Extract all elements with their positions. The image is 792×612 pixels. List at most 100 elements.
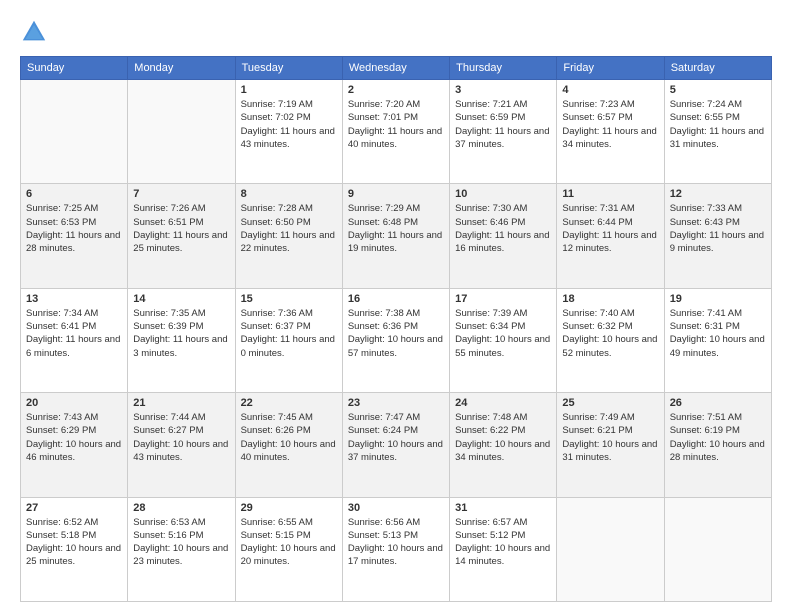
day-number: 13 <box>26 293 122 305</box>
calendar-day: 25 Sunrise: 7:49 AM Sunset: 6:21 PM Dayl… <box>557 393 664 497</box>
logo <box>20 18 54 46</box>
day-info: Sunrise: 7:24 AM Sunset: 6:55 PM Dayligh… <box>670 98 766 151</box>
day-info: Sunrise: 6:56 AM Sunset: 5:13 PM Dayligh… <box>348 516 444 569</box>
calendar-day: 13 Sunrise: 7:34 AM Sunset: 6:41 PM Dayl… <box>21 288 128 392</box>
page: SundayMondayTuesdayWednesdayThursdayFrid… <box>0 0 792 612</box>
day-info: Sunrise: 6:52 AM Sunset: 5:18 PM Dayligh… <box>26 516 122 569</box>
day-info: Sunrise: 7:35 AM Sunset: 6:39 PM Dayligh… <box>133 307 229 360</box>
day-number: 16 <box>348 293 444 305</box>
calendar-day: 1 Sunrise: 7:19 AM Sunset: 7:02 PM Dayli… <box>235 80 342 184</box>
day-number: 24 <box>455 397 551 409</box>
day-number: 25 <box>562 397 658 409</box>
day-info: Sunrise: 7:49 AM Sunset: 6:21 PM Dayligh… <box>562 411 658 464</box>
day-number: 4 <box>562 84 658 96</box>
calendar-day: 28 Sunrise: 6:53 AM Sunset: 5:16 PM Dayl… <box>128 497 235 601</box>
day-number: 28 <box>133 502 229 514</box>
calendar: SundayMondayTuesdayWednesdayThursdayFrid… <box>20 56 772 602</box>
calendar-day: 17 Sunrise: 7:39 AM Sunset: 6:34 PM Dayl… <box>450 288 557 392</box>
day-info: Sunrise: 7:33 AM Sunset: 6:43 PM Dayligh… <box>670 202 766 255</box>
calendar-day: 8 Sunrise: 7:28 AM Sunset: 6:50 PM Dayli… <box>235 184 342 288</box>
day-number: 21 <box>133 397 229 409</box>
day-info: Sunrise: 7:23 AM Sunset: 6:57 PM Dayligh… <box>562 98 658 151</box>
calendar-day: 20 Sunrise: 7:43 AM Sunset: 6:29 PM Dayl… <box>21 393 128 497</box>
calendar-week: 20 Sunrise: 7:43 AM Sunset: 6:29 PM Dayl… <box>21 393 772 497</box>
day-info: Sunrise: 7:29 AM Sunset: 6:48 PM Dayligh… <box>348 202 444 255</box>
day-info: Sunrise: 6:53 AM Sunset: 5:16 PM Dayligh… <box>133 516 229 569</box>
calendar-day: 30 Sunrise: 6:56 AM Sunset: 5:13 PM Dayl… <box>342 497 449 601</box>
calendar-day: 26 Sunrise: 7:51 AM Sunset: 6:19 PM Dayl… <box>664 393 771 497</box>
day-number: 23 <box>348 397 444 409</box>
calendar-day: 22 Sunrise: 7:45 AM Sunset: 6:26 PM Dayl… <box>235 393 342 497</box>
calendar-day <box>664 497 771 601</box>
calendar-day: 6 Sunrise: 7:25 AM Sunset: 6:53 PM Dayli… <box>21 184 128 288</box>
day-number: 15 <box>241 293 337 305</box>
day-info: Sunrise: 7:51 AM Sunset: 6:19 PM Dayligh… <box>670 411 766 464</box>
calendar-day: 14 Sunrise: 7:35 AM Sunset: 6:39 PM Dayl… <box>128 288 235 392</box>
day-number: 7 <box>133 188 229 200</box>
day-info: Sunrise: 6:55 AM Sunset: 5:15 PM Dayligh… <box>241 516 337 569</box>
day-number: 29 <box>241 502 337 514</box>
day-info: Sunrise: 7:21 AM Sunset: 6:59 PM Dayligh… <box>455 98 551 151</box>
day-info: Sunrise: 7:38 AM Sunset: 6:36 PM Dayligh… <box>348 307 444 360</box>
day-info: Sunrise: 7:44 AM Sunset: 6:27 PM Dayligh… <box>133 411 229 464</box>
day-number: 19 <box>670 293 766 305</box>
day-number: 12 <box>670 188 766 200</box>
calendar-day: 10 Sunrise: 7:30 AM Sunset: 6:46 PM Dayl… <box>450 184 557 288</box>
calendar-day: 21 Sunrise: 7:44 AM Sunset: 6:27 PM Dayl… <box>128 393 235 497</box>
calendar-day: 2 Sunrise: 7:20 AM Sunset: 7:01 PM Dayli… <box>342 80 449 184</box>
calendar-day: 4 Sunrise: 7:23 AM Sunset: 6:57 PM Dayli… <box>557 80 664 184</box>
day-number: 9 <box>348 188 444 200</box>
calendar-body: 1 Sunrise: 7:19 AM Sunset: 7:02 PM Dayli… <box>21 80 772 602</box>
logo-icon <box>20 18 48 46</box>
day-info: Sunrise: 7:43 AM Sunset: 6:29 PM Dayligh… <box>26 411 122 464</box>
day-info: Sunrise: 7:39 AM Sunset: 6:34 PM Dayligh… <box>455 307 551 360</box>
weekday-header: Friday <box>557 57 664 80</box>
calendar-day: 9 Sunrise: 7:29 AM Sunset: 6:48 PM Dayli… <box>342 184 449 288</box>
calendar-day: 24 Sunrise: 7:48 AM Sunset: 6:22 PM Dayl… <box>450 393 557 497</box>
weekday-header: Monday <box>128 57 235 80</box>
weekday-header: Wednesday <box>342 57 449 80</box>
calendar-week: 13 Sunrise: 7:34 AM Sunset: 6:41 PM Dayl… <box>21 288 772 392</box>
day-number: 2 <box>348 84 444 96</box>
calendar-day: 7 Sunrise: 7:26 AM Sunset: 6:51 PM Dayli… <box>128 184 235 288</box>
calendar-week: 6 Sunrise: 7:25 AM Sunset: 6:53 PM Dayli… <box>21 184 772 288</box>
day-info: Sunrise: 7:20 AM Sunset: 7:01 PM Dayligh… <box>348 98 444 151</box>
day-info: Sunrise: 7:40 AM Sunset: 6:32 PM Dayligh… <box>562 307 658 360</box>
calendar-day: 3 Sunrise: 7:21 AM Sunset: 6:59 PM Dayli… <box>450 80 557 184</box>
calendar-day <box>557 497 664 601</box>
day-info: Sunrise: 7:30 AM Sunset: 6:46 PM Dayligh… <box>455 202 551 255</box>
day-number: 8 <box>241 188 337 200</box>
weekday-header: Saturday <box>664 57 771 80</box>
calendar-day: 27 Sunrise: 6:52 AM Sunset: 5:18 PM Dayl… <box>21 497 128 601</box>
day-info: Sunrise: 6:57 AM Sunset: 5:12 PM Dayligh… <box>455 516 551 569</box>
day-info: Sunrise: 7:26 AM Sunset: 6:51 PM Dayligh… <box>133 202 229 255</box>
header <box>20 18 772 46</box>
day-number: 20 <box>26 397 122 409</box>
weekday-header: Tuesday <box>235 57 342 80</box>
day-number: 22 <box>241 397 337 409</box>
calendar-day: 12 Sunrise: 7:33 AM Sunset: 6:43 PM Dayl… <box>664 184 771 288</box>
calendar-week: 1 Sunrise: 7:19 AM Sunset: 7:02 PM Dayli… <box>21 80 772 184</box>
day-info: Sunrise: 7:25 AM Sunset: 6:53 PM Dayligh… <box>26 202 122 255</box>
calendar-day: 5 Sunrise: 7:24 AM Sunset: 6:55 PM Dayli… <box>664 80 771 184</box>
day-info: Sunrise: 7:47 AM Sunset: 6:24 PM Dayligh… <box>348 411 444 464</box>
calendar-day: 15 Sunrise: 7:36 AM Sunset: 6:37 PM Dayl… <box>235 288 342 392</box>
calendar-day: 11 Sunrise: 7:31 AM Sunset: 6:44 PM Dayl… <box>557 184 664 288</box>
day-info: Sunrise: 7:48 AM Sunset: 6:22 PM Dayligh… <box>455 411 551 464</box>
day-info: Sunrise: 7:19 AM Sunset: 7:02 PM Dayligh… <box>241 98 337 151</box>
day-info: Sunrise: 7:41 AM Sunset: 6:31 PM Dayligh… <box>670 307 766 360</box>
day-number: 1 <box>241 84 337 96</box>
day-info: Sunrise: 7:36 AM Sunset: 6:37 PM Dayligh… <box>241 307 337 360</box>
calendar-week: 27 Sunrise: 6:52 AM Sunset: 5:18 PM Dayl… <box>21 497 772 601</box>
day-number: 18 <box>562 293 658 305</box>
day-number: 14 <box>133 293 229 305</box>
day-number: 17 <box>455 293 551 305</box>
calendar-day: 23 Sunrise: 7:47 AM Sunset: 6:24 PM Dayl… <box>342 393 449 497</box>
day-info: Sunrise: 7:45 AM Sunset: 6:26 PM Dayligh… <box>241 411 337 464</box>
day-number: 26 <box>670 397 766 409</box>
day-number: 3 <box>455 84 551 96</box>
day-number: 31 <box>455 502 551 514</box>
calendar-day: 18 Sunrise: 7:40 AM Sunset: 6:32 PM Dayl… <box>557 288 664 392</box>
day-number: 5 <box>670 84 766 96</box>
calendar-header: SundayMondayTuesdayWednesdayThursdayFrid… <box>21 57 772 80</box>
